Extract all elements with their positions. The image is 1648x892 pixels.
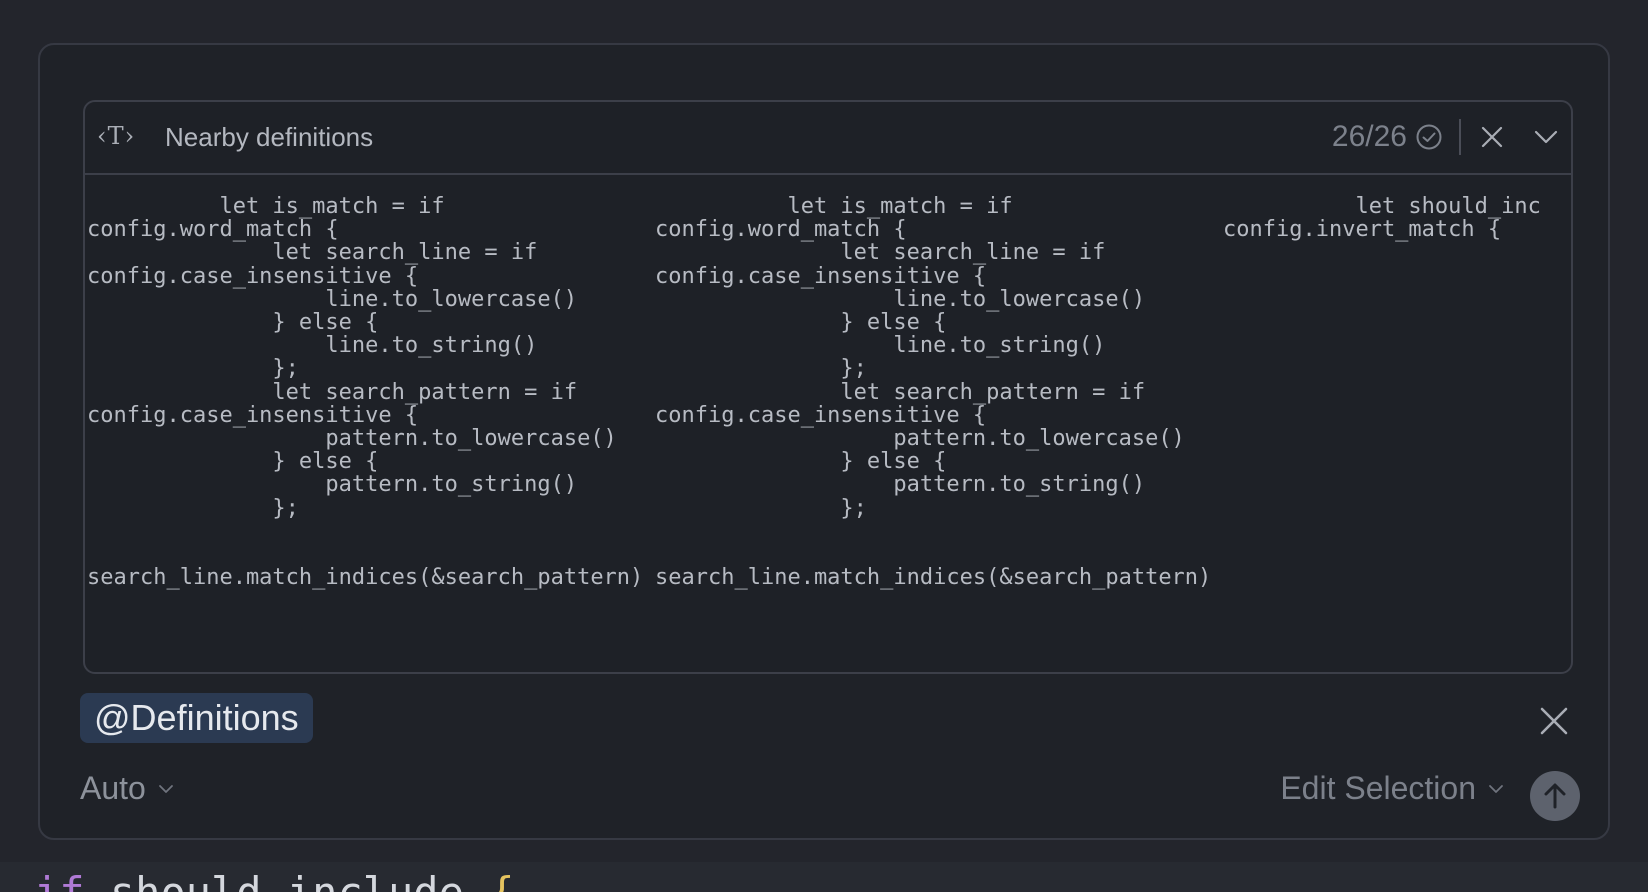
text-type-icon: ‹T› [97, 122, 136, 150]
context-card-controls: 26/26 [1332, 116, 1559, 158]
close-icon[interactable] [1538, 705, 1570, 737]
code-brace: { [489, 868, 514, 892]
editor-code-line[interactable]: if should_include { [34, 872, 514, 892]
context-card-header[interactable]: ‹T› Nearby definitions 26/26 [85, 102, 1571, 175]
definition-snippet-3: let should_inc config.invert_match { [1223, 194, 1541, 243]
check-circle-icon [1416, 124, 1442, 150]
send-button[interactable] [1530, 771, 1580, 821]
mode-selector[interactable]: Auto [80, 770, 174, 807]
chevron-down-icon [158, 784, 173, 793]
editor-background: if should_include { [0, 862, 1648, 892]
definition-snippet-1: let is_match = if config.word_match { le… [87, 194, 644, 591]
header-divider [1459, 119, 1461, 155]
context-card-title: Nearby definitions [165, 122, 374, 152]
mode-label: Auto [80, 770, 146, 806]
edit-selection-dropdown[interactable]: Edit Selection [1280, 770, 1504, 807]
definition-snippet-2: let is_match = if config.word_match { le… [655, 194, 1212, 591]
context-card: ‹T› Nearby definitions 26/26 let is_matc… [83, 100, 1573, 674]
chevron-down-icon [1489, 784, 1503, 793]
definitions-counter: 26/26 [1331, 120, 1407, 153]
edit-selection-label: Edit Selection [1280, 770, 1476, 806]
definitions-code-area[interactable]: let is_match = if config.word_match { le… [85, 175, 1571, 672]
arrow-up-icon [1544, 783, 1566, 809]
definitions-mention-chip[interactable]: @Definitions [80, 693, 313, 743]
chat-input-panel: ‹T› Nearby definitions 26/26 let is_matc… [38, 43, 1610, 840]
code-identifier: should_include [110, 868, 464, 892]
close-icon[interactable] [1479, 124, 1505, 150]
code-keyword: if [34, 868, 85, 892]
chevron-down-icon[interactable] [1533, 124, 1559, 150]
